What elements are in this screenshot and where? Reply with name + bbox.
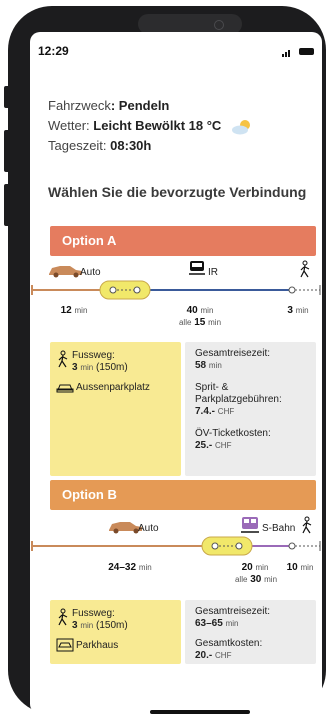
walk-icon bbox=[300, 260, 310, 278]
option-b-seg3-time: 10 min bbox=[286, 562, 314, 573]
option-a-fuel-value: 7.4.- CHF bbox=[195, 406, 235, 417]
option-a-header[interactable]: Option A bbox=[50, 226, 316, 256]
option-b-frequency: alle 30 min bbox=[234, 574, 278, 585]
purpose-value: : Pendeln bbox=[110, 98, 170, 113]
battery-icon bbox=[299, 48, 314, 55]
option-b-parking: Parkhaus bbox=[76, 640, 119, 651]
option-a-summary-card: Gesamtreisezeit: 58 min Sprit- & Parkpla… bbox=[185, 342, 316, 476]
status-bar: 12:29 bbox=[30, 32, 322, 72]
parking-garage-icon bbox=[56, 638, 74, 652]
option-b-total-label: Gesamtreisezeit: bbox=[195, 606, 271, 617]
option-a-seg3-time: 3 min bbox=[287, 305, 309, 316]
sbahn-icon bbox=[241, 517, 259, 533]
partly-cloudy-icon bbox=[231, 119, 250, 135]
option-a-fuel-label-b: Parkplatzgebühren: bbox=[195, 394, 282, 405]
option-a-seg2-time: 40 min bbox=[186, 305, 214, 316]
option-a-mode1-label: Auto bbox=[80, 267, 101, 278]
option-b-seg1-time: 24–32 min bbox=[108, 562, 152, 573]
option-a-route-line bbox=[31, 280, 321, 300]
option-b-route-line bbox=[31, 536, 321, 556]
option-b-summary-card: Gesamtreisezeit: 63–65 min Gesamtkosten:… bbox=[185, 600, 316, 664]
app-screen: 12:29 Fahrzweck: Pendeln Wetter: Leicht … bbox=[30, 32, 322, 714]
option-a-walk-value: 3 min (150m) bbox=[72, 362, 128, 373]
option-a-mode2-label: IR bbox=[208, 267, 218, 278]
speaker-notch bbox=[138, 14, 242, 34]
daytime-label: Tageszeit: bbox=[48, 138, 111, 153]
purpose-label: Fahrzweck bbox=[48, 98, 111, 113]
option-a-access-card: Fussweg: 3 min (150m) Aussenparkplatz bbox=[50, 342, 181, 476]
phone-frame: 12:29 Fahrzweck: Pendeln Wetter: Leicht … bbox=[8, 6, 326, 714]
option-b-access-card: Fussweg: 3 min (150m) Parkhaus bbox=[50, 600, 181, 664]
walk-icon bbox=[58, 608, 68, 626]
option-b-total-value: 63–65 min bbox=[195, 618, 239, 629]
option-a-parking: Aussenparkplatz bbox=[76, 382, 150, 393]
option-b-walk-value: 3 min (150m) bbox=[72, 620, 128, 631]
purpose-line: Fahrzweck: Pendeln bbox=[48, 96, 255, 116]
option-b-seg2-time: 20 min bbox=[241, 562, 269, 573]
signal-icon bbox=[282, 50, 290, 57]
page-title: Wählen Sie die bevorzugte Verbindung bbox=[48, 184, 307, 200]
option-b-mode2-label: S-Bahn bbox=[262, 523, 296, 534]
option-b-cost-value: 20.- CHF bbox=[195, 650, 232, 661]
home-indicator bbox=[150, 710, 250, 714]
parking-car-icon bbox=[56, 384, 74, 393]
option-a-fuel-label-a: Sprit- & bbox=[195, 382, 229, 393]
option-a-ticket-value: 25.- CHF bbox=[195, 440, 232, 451]
walk-icon bbox=[58, 350, 68, 368]
option-a-total-label: Gesamtreisezeit: bbox=[195, 348, 271, 359]
daytime-value: 08:30h bbox=[110, 138, 152, 153]
option-a-title: Option A bbox=[62, 233, 117, 248]
option-a-frequency: alle 15 min bbox=[178, 317, 222, 328]
option-a-ticket-label: ÖV-Ticketkosten: bbox=[195, 428, 271, 439]
walk-icon bbox=[302, 516, 312, 534]
option-b-cost-label: Gesamtkosten: bbox=[195, 638, 263, 649]
status-time: 12:29 bbox=[38, 44, 69, 58]
option-a-walk-label: Fussweg: bbox=[72, 350, 115, 361]
option-b-title: Option B bbox=[62, 487, 117, 502]
trip-info: Fahrzweck: Pendeln Wetter: Leicht Bewölk… bbox=[48, 96, 255, 156]
weather-value: Leicht Bewölkt 18 °C bbox=[93, 118, 222, 133]
option-a-total-value: 58 min bbox=[195, 360, 222, 371]
weather-line: Wetter: Leicht Bewölkt 18 °C bbox=[48, 116, 255, 136]
option-a-seg1-time: 12 min bbox=[60, 305, 88, 316]
camera-icon bbox=[214, 20, 224, 30]
daytime-line: Tageszeit: 08:30h bbox=[48, 136, 255, 156]
option-b-header[interactable]: Option B bbox=[50, 480, 316, 510]
weather-label: Wetter: bbox=[48, 118, 94, 133]
option-b-walk-label: Fussweg: bbox=[72, 608, 115, 619]
option-b-mode1-label: Auto bbox=[138, 523, 159, 534]
train-icon bbox=[189, 261, 205, 275]
